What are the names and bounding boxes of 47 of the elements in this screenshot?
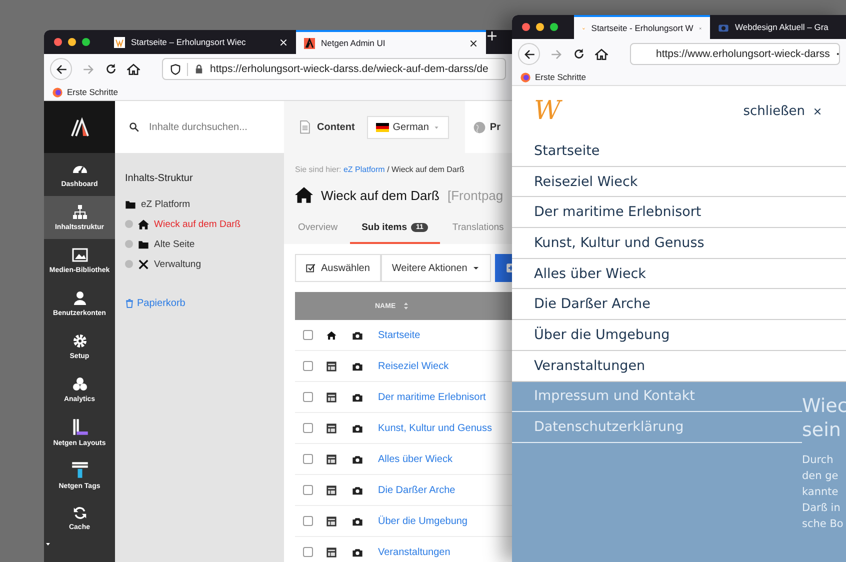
browser-tab[interactable]: Startseite - Erholungsort W [574,15,710,39]
menu-item[interactable]: Reiseziel Wieck [512,166,846,198]
preview-tab[interactable]: Pr [490,122,500,132]
breadcrumb: Sie sind hier: eZ Platform / Wieck auf dem Darß [295,165,466,174]
bookmark-link[interactable]: Erste Schritte [67,87,118,97]
section-title: Inhalts-Struktur [125,173,194,184]
content-type-label: [Frontpag [447,188,504,202]
page-text: kannte [802,484,840,500]
browser-tab[interactable]: Netgen Admin UI [296,30,486,54]
bookmark-link[interactable]: Erste Schritte [535,72,586,82]
page-text: Durch [802,452,834,468]
browser-tab[interactable]: Startseite – Erholungsort Wiec [106,30,296,54]
address-bar[interactable]: https://www.erholungsort-wieck-darss [630,43,840,65]
page-text: sche Bo [802,516,844,532]
address-bar[interactable]: https://erholungsort-wieck-darss.de/wieck-auf-dem-darss/de [162,58,506,80]
menu-item[interactable]: Kunst, Kultur und Genuss [512,228,846,259]
tree-item[interactable]: Wieck auf dem Darß [125,214,284,234]
item-link[interactable]: Reiseziel Wieck [378,360,449,372]
breadcrumb-link[interactable]: eZ Platform [343,165,385,174]
content-label: Content [317,122,355,132]
search-field[interactable]: Inhalte durchsuchen... [147,120,281,134]
more-actions-button[interactable]: Weitere Aktionen [380,254,492,282]
menu-item[interactable]: Über die Umgebung [512,320,846,351]
tree-item[interactable]: eZ Platform [125,194,284,214]
item-link[interactable]: Startseite [378,330,420,340]
item-link[interactable]: Veranstaltungen [378,546,450,558]
language-dropdown[interactable]: German [366,116,449,138]
tree-item[interactable]: Alte Seite [125,234,284,254]
menu-item[interactable]: Der maritime Erlebnisort [512,197,846,228]
url-text: https://erholungsort-wieck-darss.de/wieck-auf-dem-darss/de [210,63,488,75]
item-link[interactable]: Die Darßer Arche [378,484,456,496]
tree-item[interactable]: Verwaltung [125,254,284,274]
select-button[interactable]: Auswählen [295,254,381,282]
browser-tab[interactable]: Webdesign Aktuell – Gra [710,15,846,39]
item-link[interactable]: Der maritime Erlebnisort [378,392,486,402]
page-text: Darß in [802,500,842,516]
menu-item[interactable]: Startseite [512,136,846,167]
page-title: Wieck auf dem Darß [321,188,440,202]
item-link[interactable]: Über die Umgebung [378,516,468,526]
menu-item[interactable]: Die Darßer Arche [512,289,846,320]
close-menu-button[interactable]: schließen [737,102,828,120]
item-link[interactable]: Kunst, Kultur und Genuss [378,422,492,434]
page-text: den ge [802,468,840,484]
item-link[interactable]: Alles über Wieck [378,454,452,464]
page-heading: sein [802,418,842,442]
menu-item[interactable]: Alles über Wieck [512,258,846,290]
url-text: https://www.erholungsort-wieck-darss [656,48,830,60]
